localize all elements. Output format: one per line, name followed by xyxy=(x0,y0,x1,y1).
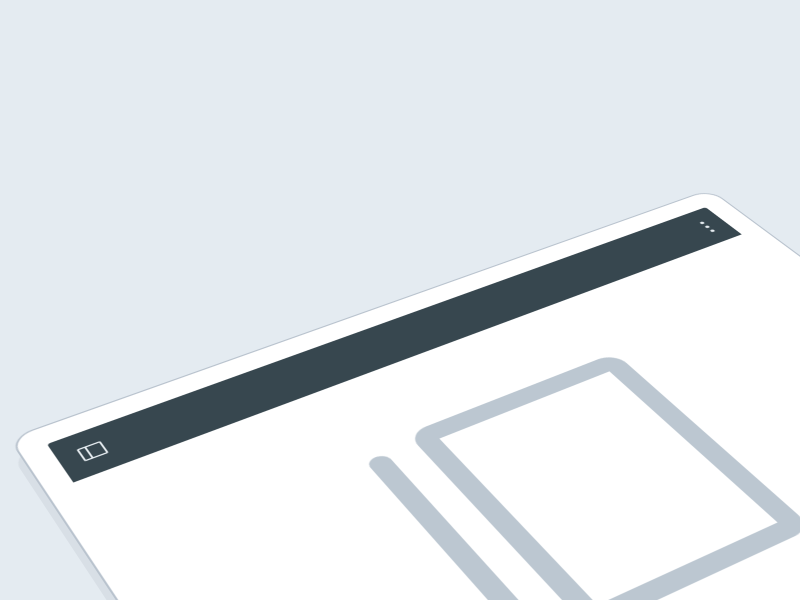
placeholder-bar xyxy=(365,453,550,600)
placeholder-frame xyxy=(407,353,800,600)
illustration-stage xyxy=(0,0,800,600)
tablet-device xyxy=(8,189,800,600)
more-vertical-icon[interactable] xyxy=(699,221,715,232)
app-screen xyxy=(47,207,800,600)
device-face xyxy=(8,189,800,600)
side-panel-icon[interactable] xyxy=(76,441,109,462)
